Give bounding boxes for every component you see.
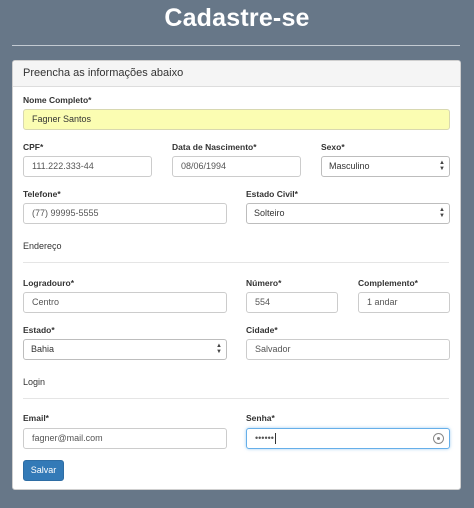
sexo-value: Masculino xyxy=(329,161,370,171)
estado-civil-label: Estado Civil* xyxy=(246,189,298,199)
complemento-input[interactable]: 1 andar xyxy=(358,292,450,313)
sexo-select[interactable]: Masculino ▲ ▼ xyxy=(321,156,450,177)
logradouro-input[interactable]: Centro xyxy=(23,292,227,313)
email-label: Email* xyxy=(23,413,49,423)
numero-input[interactable]: 554 xyxy=(246,292,338,313)
telefone-input[interactable]: (77) 99995-5555 xyxy=(23,203,227,224)
nascimento-label: Data de Nascimento* xyxy=(172,142,257,152)
nome-input[interactable]: Fagner Santos xyxy=(23,109,450,130)
text-cursor xyxy=(274,433,276,445)
endereco-section-title: Endereço xyxy=(23,241,62,251)
cpf-input[interactable]: 111.222.333-44 xyxy=(23,156,152,177)
sexo-label: Sexo* xyxy=(321,142,345,152)
senha-label: Senha* xyxy=(246,413,275,423)
cidade-input[interactable]: Salvador xyxy=(246,339,450,360)
panel-heading: Preencha as informações abaixo xyxy=(13,61,460,87)
endereco-divider xyxy=(23,262,449,263)
estado-civil-select[interactable]: Solteiro ▲ ▼ xyxy=(246,203,450,224)
registration-panel: Preencha as informações abaixo Nome Comp… xyxy=(12,60,461,490)
cpf-label: CPF* xyxy=(23,142,44,152)
senha-value: •••••• xyxy=(255,433,274,443)
estado-civil-value: Solteiro xyxy=(254,208,285,218)
cidade-label: Cidade* xyxy=(246,325,278,335)
logradouro-label: Logradouro* xyxy=(23,278,74,288)
complemento-label: Complemento* xyxy=(358,278,418,288)
select-arrows-icon: ▲ ▼ xyxy=(439,160,445,172)
login-section-title: Login xyxy=(23,377,46,387)
password-reveal-icon[interactable] xyxy=(433,433,444,444)
panel-heading-text: Preencha as informações abaixo xyxy=(23,67,184,79)
nascimento-input[interactable]: 08/06/1994 xyxy=(172,156,301,177)
numero-label: Número* xyxy=(246,278,282,288)
page-title: Cadastre-se xyxy=(164,4,310,32)
senha-input[interactable]: •••••• xyxy=(246,428,450,449)
title-divider xyxy=(12,45,460,46)
salvar-button[interactable]: Salvar xyxy=(23,460,64,481)
estado-label: Estado* xyxy=(23,325,55,335)
login-divider xyxy=(23,398,449,399)
email-input[interactable]: fagner@mail.com xyxy=(23,428,227,449)
nome-label: Nome Completo* xyxy=(23,95,92,105)
estado-select[interactable]: Bahia ▲ ▼ xyxy=(23,339,227,360)
select-arrows-icon: ▲ ▼ xyxy=(439,207,445,219)
select-arrows-icon: ▲ ▼ xyxy=(216,343,222,355)
telefone-label: Telefone* xyxy=(23,189,61,199)
estado-value: Bahia xyxy=(31,344,55,354)
